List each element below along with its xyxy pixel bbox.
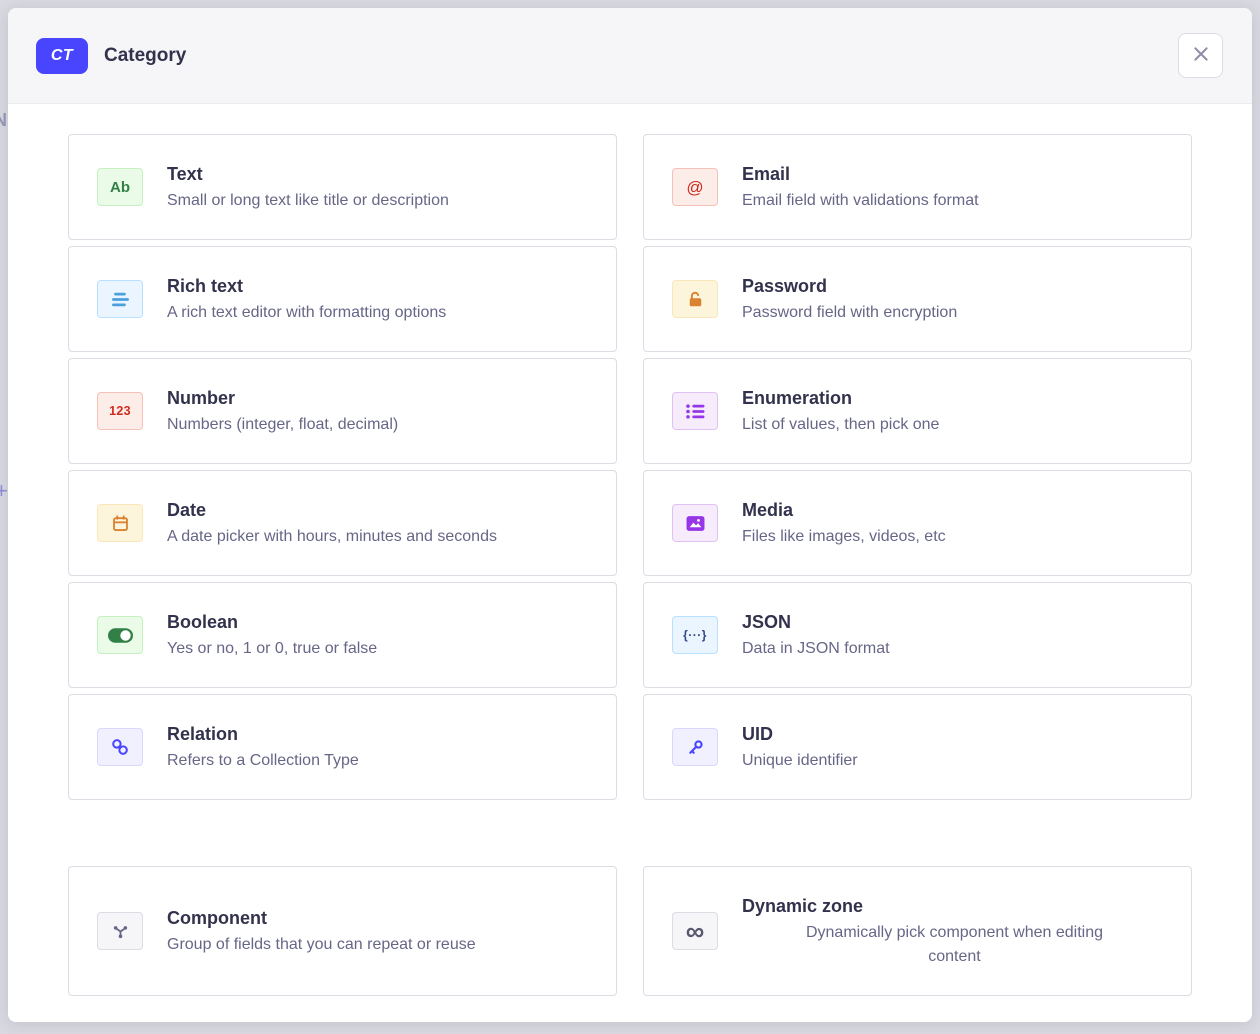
field-card-relation[interactable]: RelationRefers to a Collection Type bbox=[68, 694, 617, 800]
field-card-text: ComponentGroup of fields that you can re… bbox=[167, 905, 592, 957]
field-card-text: NumberNumbers (integer, float, decimal) bbox=[167, 385, 592, 437]
field-card-text: PasswordPassword field with encryption bbox=[742, 273, 1167, 325]
field-card-text: TextSmall or long text like title or des… bbox=[167, 161, 592, 213]
field-title: Rich text bbox=[167, 273, 592, 299]
date-icon bbox=[97, 504, 143, 542]
modal-body: Ab TextSmall or long text like title or d… bbox=[8, 104, 1252, 1022]
field-description: A rich text editor with formatting optio… bbox=[167, 301, 592, 325]
field-card-json[interactable]: {···} JSONData in JSON format bbox=[643, 582, 1192, 688]
field-card-media[interactable]: MediaFiles like images, videos, etc bbox=[643, 470, 1192, 576]
field-title: Enumeration bbox=[742, 385, 1167, 411]
field-title: Password bbox=[742, 273, 1167, 299]
field-type-grid: Ab TextSmall or long text like title or d… bbox=[68, 134, 1192, 800]
media-icon bbox=[672, 504, 718, 542]
field-card-component[interactable]: ComponentGroup of fields that you can re… bbox=[68, 866, 617, 996]
background-text-fragment: N bbox=[0, 110, 7, 131]
field-card-rich-text[interactable]: Rich textA rich text editor with formatt… bbox=[68, 246, 617, 352]
field-description: Group of fields that you can repeat or r… bbox=[167, 933, 592, 957]
field-description: Files like images, videos, etc bbox=[742, 525, 1167, 549]
email-icon: @ bbox=[672, 168, 718, 206]
field-card-text: BooleanYes or no, 1 or 0, true or false bbox=[167, 609, 592, 661]
field-card-password[interactable]: PasswordPassword field with encryption bbox=[643, 246, 1192, 352]
component-icon bbox=[97, 912, 143, 950]
field-card-text: EmailEmail field with validations format bbox=[742, 161, 1167, 213]
field-card-text[interactable]: Ab TextSmall or long text like title or d… bbox=[68, 134, 617, 240]
field-card-text: Dynamic zoneDynamically pick component w… bbox=[742, 893, 1167, 969]
special-field-type-grid: ComponentGroup of fields that you can re… bbox=[68, 866, 1192, 996]
field-description: List of values, then pick one bbox=[742, 413, 1167, 437]
field-title: Boolean bbox=[167, 609, 592, 635]
password-icon bbox=[672, 280, 718, 318]
field-card-enumeration[interactable]: EnumerationList of values, then pick one bbox=[643, 358, 1192, 464]
field-description: Email field with validations format bbox=[742, 189, 1167, 213]
dynamic-zone-icon: ∞ bbox=[672, 912, 718, 950]
enumeration-icon bbox=[672, 392, 718, 430]
field-description: Data in JSON format bbox=[742, 637, 1167, 661]
field-card-uid[interactable]: UIDUnique identifier bbox=[643, 694, 1192, 800]
number-icon: 123 bbox=[97, 392, 143, 430]
dynamic-zone-icon-glyph: ∞ bbox=[686, 921, 705, 942]
close-button[interactable] bbox=[1178, 33, 1223, 78]
field-description: Small or long text like title or descrip… bbox=[167, 189, 592, 213]
field-description: Password field with encryption bbox=[742, 301, 1167, 325]
field-card-text: RelationRefers to a Collection Type bbox=[167, 721, 592, 773]
text-icon: Ab bbox=[97, 168, 143, 206]
field-description: Numbers (integer, float, decimal) bbox=[167, 413, 592, 437]
modal-title: Category bbox=[104, 45, 186, 67]
field-title: Component bbox=[167, 905, 592, 931]
field-title: Email bbox=[742, 161, 1167, 187]
content-type-badge: CT bbox=[36, 38, 88, 74]
field-title: UID bbox=[742, 721, 1167, 747]
field-card-number[interactable]: 123 NumberNumbers (integer, float, decima… bbox=[68, 358, 617, 464]
relation-icon bbox=[97, 728, 143, 766]
text-icon-glyph: Ab bbox=[110, 180, 130, 195]
rich-text-icon bbox=[97, 280, 143, 318]
field-description: Refers to a Collection Type bbox=[167, 749, 592, 773]
boolean-icon bbox=[97, 616, 143, 654]
field-description: Unique identifier bbox=[742, 749, 1167, 773]
field-description: Yes or no, 1 or 0, true or false bbox=[167, 637, 592, 661]
field-title: Number bbox=[167, 385, 592, 411]
close-icon bbox=[1192, 45, 1210, 66]
field-title: Date bbox=[167, 497, 592, 523]
field-card-boolean[interactable]: BooleanYes or no, 1 or 0, true or false bbox=[68, 582, 617, 688]
field-card-dynamic-zone[interactable]: ∞ Dynamic zoneDynamically pick component … bbox=[643, 866, 1192, 996]
screen: N + CT Category Ab TextSmall or long text… bbox=[0, 0, 1260, 1034]
field-card-date[interactable]: DateA date picker with hours, minutes an… bbox=[68, 470, 617, 576]
field-card-text: Rich textA rich text editor with formatt… bbox=[167, 273, 592, 325]
field-card-text: EnumerationList of values, then pick one bbox=[742, 385, 1167, 437]
field-title: Media bbox=[742, 497, 1167, 523]
number-icon-glyph: 123 bbox=[109, 405, 131, 418]
email-icon-glyph: @ bbox=[686, 179, 703, 196]
field-card-text: MediaFiles like images, videos, etc bbox=[742, 497, 1167, 549]
field-title: Dynamic zone bbox=[742, 893, 1167, 919]
json-icon-glyph: {···} bbox=[683, 629, 707, 641]
modal-header: CT Category bbox=[8, 8, 1252, 104]
field-card-text: UIDUnique identifier bbox=[742, 721, 1167, 773]
field-card-text: DateA date picker with hours, minutes an… bbox=[167, 497, 592, 549]
field-description: Dynamically pick component when editing … bbox=[785, 921, 1125, 969]
field-type-picker-modal: CT Category Ab TextSmall or long text lik… bbox=[8, 8, 1252, 1022]
json-icon: {···} bbox=[672, 616, 718, 654]
uid-icon bbox=[672, 728, 718, 766]
field-card-email[interactable]: @ EmailEmail field with validations forma… bbox=[643, 134, 1192, 240]
field-card-text: JSONData in JSON format bbox=[742, 609, 1167, 661]
field-description: A date picker with hours, minutes and se… bbox=[167, 525, 592, 549]
field-title: JSON bbox=[742, 609, 1167, 635]
field-title: Relation bbox=[167, 721, 592, 747]
background-plus-fragment: + bbox=[0, 478, 8, 504]
field-title: Text bbox=[167, 161, 592, 187]
